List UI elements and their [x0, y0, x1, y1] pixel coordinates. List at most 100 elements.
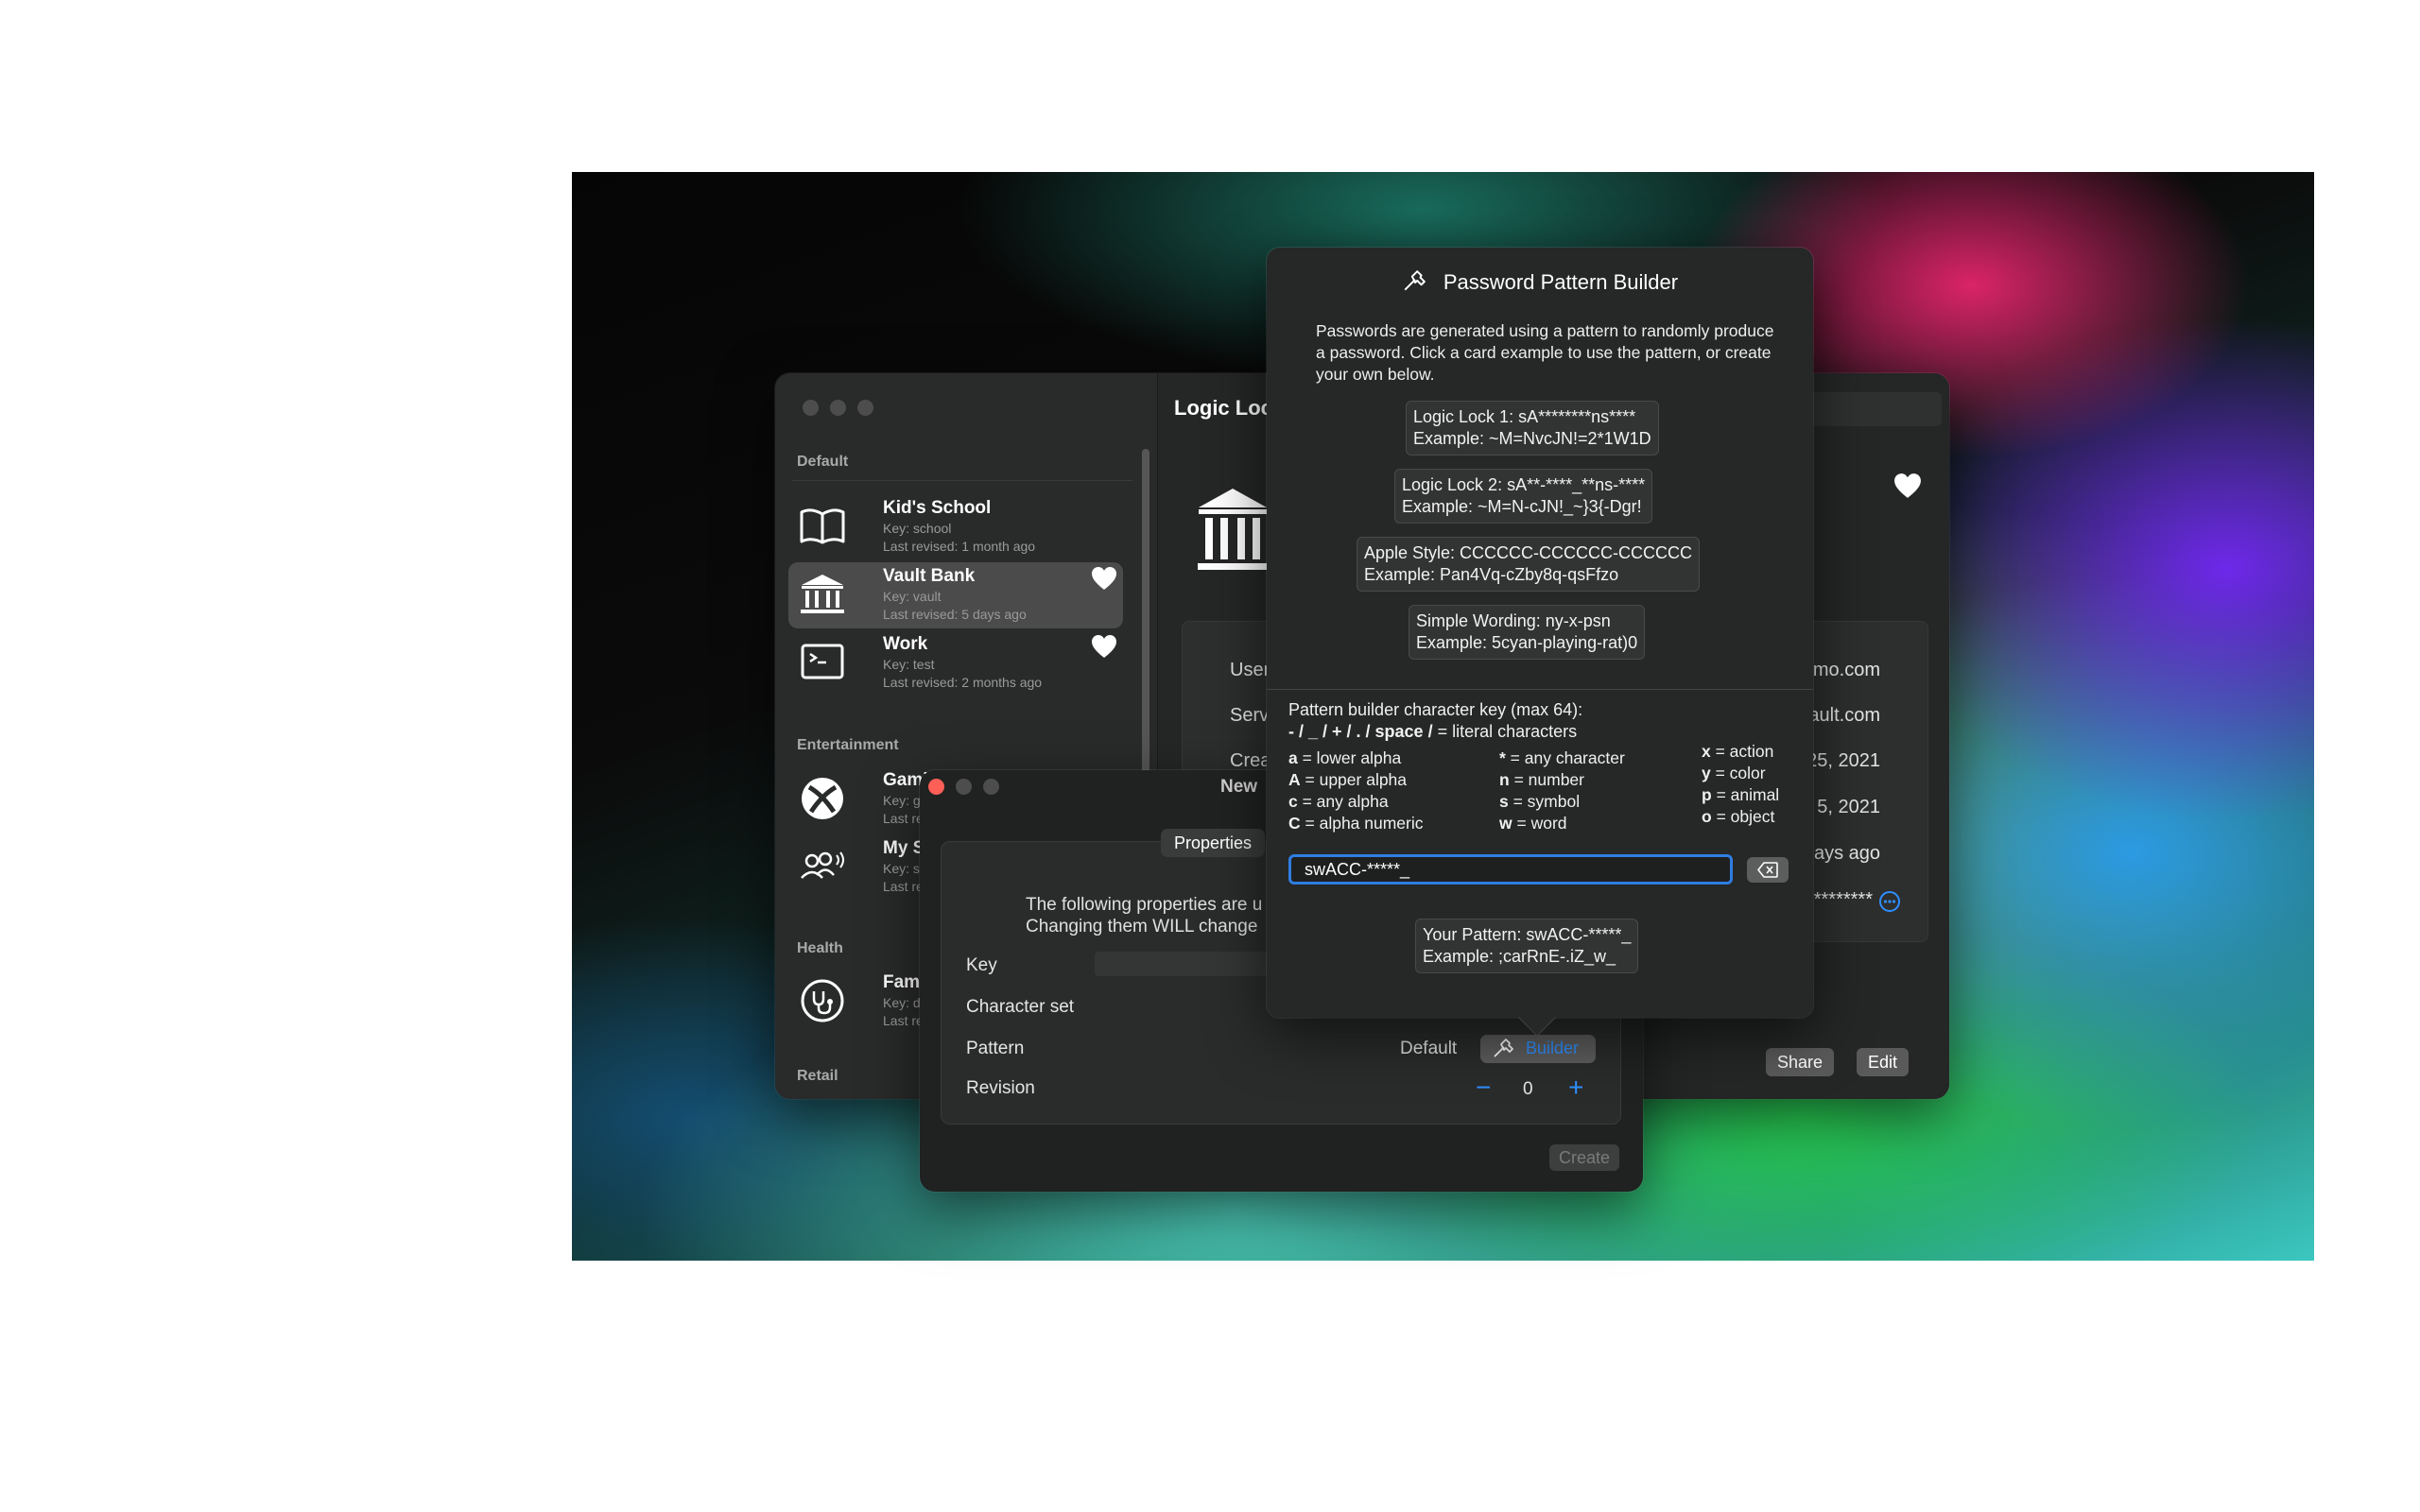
- card-example: Example: Pan4Vq-cZby8q-qsFfzo: [1364, 565, 1619, 584]
- vault-revised: Last revised: 5 days ago: [883, 607, 1027, 622]
- literal-characters: - / _ / + / . / space / = literal charac…: [1288, 721, 1582, 743]
- vault-revised: Last re: [883, 811, 924, 826]
- key-entry: w = word: [1499, 814, 1567, 833]
- sidebar-item-work[interactable]: Work Key: test Last revised: 2 months ag…: [788, 630, 1123, 696]
- xbox-icon: [798, 776, 847, 821]
- minimize-button[interactable]: [956, 779, 972, 795]
- sidebar-scrollbar[interactable]: [1142, 449, 1150, 780]
- builder-label: Builder: [1526, 1039, 1580, 1057]
- popover-title-text: Password Pattern Builder: [1443, 270, 1679, 294]
- card-example: Example: ~M=N-cJN!_~}3{-Dgr!: [1402, 497, 1642, 516]
- builder-description: Passwords are generated using a pattern …: [1316, 321, 1774, 384]
- vault-revised: Last revised: 2 months ago: [883, 675, 1043, 690]
- close-button[interactable]: [803, 400, 819, 416]
- section-entertainment: Entertainment: [797, 737, 899, 753]
- card-example: Example: 5cyan-playing-rat)0: [1416, 633, 1638, 652]
- card-pattern: Logic Lock 2: sA**-****_**ns-****: [1402, 475, 1646, 494]
- literal-chars: - / _ / + / . / space /: [1288, 722, 1433, 741]
- pattern-input[interactable]: [1288, 854, 1733, 885]
- key-entry: n = number: [1499, 770, 1584, 789]
- pattern-value: Default: [1400, 1039, 1458, 1058]
- builder-button[interactable]: Builder: [1480, 1035, 1596, 1063]
- key-label: Key: [966, 955, 997, 975]
- close-button[interactable]: [928, 779, 944, 795]
- page-title: Logic Loc: [1174, 396, 1272, 420]
- vault-name: Work: [883, 634, 928, 654]
- vault-name: Kid's School: [883, 498, 992, 518]
- key-entry: a = lower alpha: [1288, 748, 1402, 767]
- divider: [1267, 689, 1813, 690]
- create-button[interactable]: Create: [1548, 1144, 1619, 1171]
- minimize-button[interactable]: [830, 400, 846, 416]
- notice-text: Changing them WILL change: [1026, 917, 1258, 936]
- window-controls: [928, 779, 999, 795]
- group-audio-icon: [798, 844, 847, 889]
- heart-icon[interactable]: [1893, 472, 1922, 499]
- pattern-card-logic-lock-2[interactable]: Logic Lock 2: sA**-****_**ns-**** Exampl…: [1394, 469, 1653, 524]
- section-health: Health: [797, 940, 843, 956]
- charset-label: Character set: [966, 997, 1075, 1017]
- heart-icon[interactable]: [1091, 634, 1117, 659]
- heart-icon[interactable]: [1091, 566, 1117, 591]
- key-entry: C = alpha numeric: [1288, 814, 1424, 833]
- pattern-card-logic-lock-1[interactable]: Logic Lock 1: sA********ns**** Example: …: [1406, 401, 1659, 455]
- window-controls: [803, 400, 873, 416]
- pattern-label: Pattern: [966, 1039, 1025, 1058]
- user-label: User: [1230, 660, 1270, 680]
- key-entry: * = any character: [1499, 748, 1625, 767]
- key-entry: y = color: [1702, 764, 1766, 782]
- vault-name: My S: [883, 838, 925, 858]
- zoom-button[interactable]: [983, 779, 999, 795]
- key-entry: A = upper alpha: [1288, 770, 1408, 789]
- bank-icon: [798, 572, 847, 617]
- key-entry: s = symbol: [1499, 792, 1581, 811]
- key-entry: p = animal: [1702, 785, 1780, 804]
- section-retail: Retail: [797, 1068, 838, 1084]
- key-column-3: x = action y = color p = animal o = obje…: [1702, 741, 1779, 828]
- card-pattern: Simple Wording: ny-x-psn: [1416, 611, 1611, 630]
- vault-revised: Last revised: 1 month ago: [883, 539, 1036, 554]
- vault-name: Vault Bank: [883, 566, 976, 586]
- vault-key: Key: vault: [883, 589, 942, 604]
- revision-decrement-button[interactable]: −: [1476, 1074, 1491, 1101]
- key-entry: c = any alpha: [1288, 792, 1389, 811]
- sidebar-item-vault-bank[interactable]: Vault Bank Key: vault Last revised: 5 da…: [788, 562, 1123, 628]
- edit-button[interactable]: Edit: [1857, 1048, 1910, 1076]
- vault-key: Key: d: [883, 995, 921, 1010]
- vault-key: Key: test: [883, 657, 935, 672]
- result-example: Example: ;carRnE-.iZ_w_: [1423, 947, 1616, 966]
- sidebar-item-kids-school[interactable]: Kid's School Key: school Last revised: 1…: [788, 494, 1123, 560]
- pattern-builder-popover: Password Pattern Builder Passwords are g…: [1267, 248, 1813, 1037]
- card-example: Example: ~M=NvcJN!=2*1W1D: [1413, 429, 1651, 448]
- vault-key: Key: school: [883, 521, 952, 536]
- revision-label: Revision: [966, 1078, 1035, 1098]
- clear-button[interactable]: [1747, 857, 1789, 883]
- stethoscope-icon: [798, 978, 847, 1023]
- password-value: ********: [1813, 889, 1873, 910]
- delete-backward-icon: [1757, 862, 1778, 878]
- key-column-2: * = any character n = number s = symbol …: [1499, 747, 1625, 834]
- card-pattern: Logic Lock 1: sA********ns****: [1413, 407, 1636, 426]
- your-pattern-card: Your Pattern: swACC-*****_ Example: ;car…: [1415, 919, 1639, 973]
- book-icon: [798, 504, 847, 549]
- share-button[interactable]: Share: [1766, 1048, 1835, 1076]
- tab-properties[interactable]: Properties: [1161, 829, 1266, 857]
- character-key-header: Pattern builder character key (max 64): …: [1288, 699, 1582, 743]
- vault-revised: Last re: [883, 879, 924, 894]
- zoom-button[interactable]: [857, 400, 873, 416]
- revision-increment-button[interactable]: +: [1568, 1074, 1583, 1101]
- more-icon[interactable]: [1878, 890, 1901, 913]
- literal-desc: = literal characters: [1432, 722, 1578, 741]
- hammer-icon: [1402, 270, 1434, 293]
- vault-revised: Last re: [883, 1013, 924, 1028]
- key-entry: o = object: [1702, 807, 1775, 826]
- card-pattern: Apple Style: CCCCCC-CCCCCC-CCCCCC: [1364, 543, 1693, 562]
- notice-text: The following properties are u: [1026, 895, 1263, 915]
- revision-value: 0: [1523, 1079, 1533, 1099]
- pattern-card-simple-wording[interactable]: Simple Wording: ny-x-psn Example: 5cyan-…: [1409, 605, 1646, 660]
- pattern-card-apple-style[interactable]: Apple Style: CCCCCC-CCCCCC-CCCCCC Exampl…: [1357, 537, 1701, 592]
- hammer-icon: [1492, 1039, 1514, 1059]
- key-header-text: Pattern builder character key (max 64):: [1288, 700, 1583, 719]
- window-title: New: [1220, 777, 1258, 797]
- result-pattern: Your Pattern: swACC-*****_: [1423, 925, 1632, 944]
